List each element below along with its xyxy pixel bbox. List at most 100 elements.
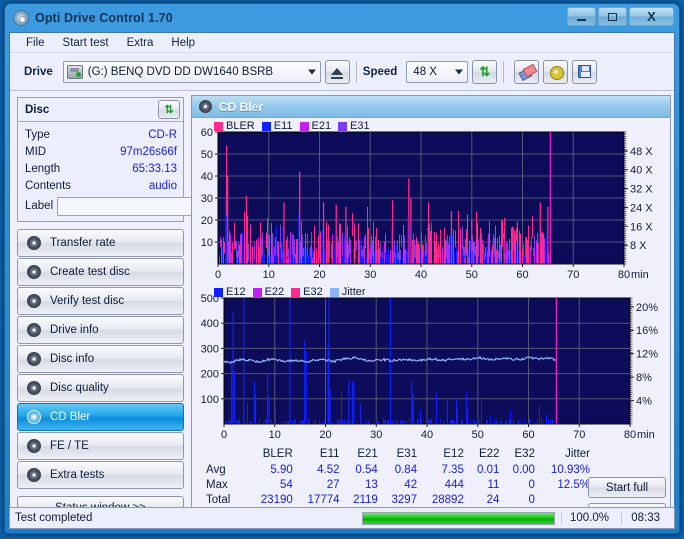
disc-key: Length [25, 162, 61, 175]
disc-info-list: Type CD-R MID 97m26s66f Length 65:33.13 [18, 122, 227, 221]
erase-button[interactable] [514, 59, 540, 84]
disc-value: CD-R [148, 128, 177, 141]
toolbar-divider [355, 60, 357, 83]
sidebar-item-label: Extra tests [50, 469, 105, 481]
svg-text:20: 20 [319, 429, 331, 441]
disc-icon [27, 410, 41, 424]
svg-text:4%: 4% [636, 396, 652, 408]
svg-text:48 X: 48 X [630, 146, 653, 158]
sidebar-item-extra-tests[interactable]: Extra tests [17, 461, 184, 489]
sidebar-item-disc-info[interactable]: Disc info [17, 345, 184, 373]
svg-text:12%: 12% [636, 349, 658, 361]
disc-row-mid: MID 97m26s66f [25, 143, 177, 160]
application-window: Opti Drive Control 1.70 X File Start tes… [4, 3, 680, 534]
svg-text:60: 60 [201, 127, 213, 139]
sidebar-item-drive-info[interactable]: Drive info [17, 316, 184, 344]
maximize-button[interactable] [598, 7, 627, 26]
speed-select[interactable]: 48 X [406, 60, 469, 83]
eject-button[interactable] [324, 59, 350, 84]
table-row: Avg 5.90 4.52 0.54 0.84 7.35 0.01 0.00 1… [206, 462, 594, 477]
svg-text:30: 30 [201, 193, 213, 205]
stats-cell: 0 [528, 478, 535, 491]
disc-row-contents: Contents audio [25, 177, 177, 194]
svg-text:16%: 16% [636, 325, 658, 337]
speed-label: Speed [362, 65, 398, 78]
legend-swatch [252, 287, 262, 297]
save-button[interactable] [572, 59, 598, 84]
stats-cell: 0.01 [477, 463, 500, 476]
stats-cell: 3297 [391, 493, 418, 506]
app-icon [13, 10, 29, 26]
svg-text:400: 400 [201, 318, 219, 330]
sidebar-item-fe-te[interactable]: FE / TE [17, 432, 184, 460]
legend-label: E32 [303, 286, 323, 298]
disc-refresh-button[interactable]: ⇅ [158, 100, 180, 119]
disc-value: audio [148, 179, 177, 192]
eraser-icon [520, 66, 534, 77]
stats-cell: 54 [279, 478, 293, 491]
sidebar-item-transfer-rate[interactable]: Transfer rate [17, 229, 184, 257]
legend-entry-e31: E31 [338, 120, 370, 132]
main-content: CD Bler BLER E11 E21 E31 10 20 30 40 50 60 8 X… [188, 91, 676, 524]
disc-panel-header: Disc ⇅ [18, 98, 183, 122]
stats-col-jitter: Jitter [565, 448, 590, 460]
svg-text:80: 80 [618, 269, 630, 281]
svg-text:30: 30 [364, 269, 376, 281]
disc-icon [27, 294, 41, 308]
disc-icon [199, 100, 212, 113]
stats-cell: 2119 [353, 493, 378, 506]
settings-button[interactable] [543, 59, 569, 84]
stats-cell: 7.35 [441, 463, 464, 476]
stats-col-e32: E32 [514, 448, 535, 460]
legend-label: E21 [311, 120, 332, 132]
sidebar-item-disc-quality[interactable]: Disc quality [17, 374, 184, 402]
stats-row-label: Max [206, 478, 228, 491]
disc-row-length: Length 65:33.13 [25, 160, 177, 177]
close-icon: X [647, 9, 656, 24]
menu-help[interactable]: Help [163, 35, 203, 51]
progress-fill [363, 512, 554, 524]
toolbar-divider-2 [503, 60, 505, 83]
disc-value: 97m26s66f [120, 145, 177, 158]
stats-col-e31: E31 [396, 448, 418, 460]
chevron-down-icon [307, 69, 316, 74]
legend-label: Jitter [341, 286, 366, 298]
sidebar-item-verify-test-disc[interactable]: Verify test disc [17, 287, 184, 315]
svg-text:32 X: 32 X [630, 184, 653, 196]
legend-swatch [299, 121, 309, 131]
svg-text:20%: 20% [636, 302, 658, 314]
sidebar-item-label: Transfer rate [50, 237, 116, 249]
start-full-button[interactable]: Start full [588, 477, 666, 498]
refresh-button[interactable]: ⇅ [472, 59, 498, 84]
menu-extra[interactable]: Extra [119, 35, 162, 51]
disc-icon [27, 352, 41, 366]
svg-text:min: min [631, 269, 649, 281]
stats-cell: 12.5% [557, 478, 590, 491]
stats-cell: 0.84 [394, 463, 418, 476]
svg-text:60: 60 [522, 429, 534, 441]
menu-start-test[interactable]: Start test [55, 35, 117, 51]
stats-cell: 5.90 [270, 463, 293, 476]
close-button[interactable]: X [629, 7, 674, 26]
disc-icon [27, 323, 41, 337]
legend-entry-e11: E11 [261, 120, 293, 132]
svg-text:20: 20 [313, 269, 325, 281]
legend-label: E22 [264, 286, 285, 298]
cd-bler-panel-header: CD Bler [192, 96, 670, 118]
stats-cell: 0 [528, 493, 535, 506]
disc-row-type: Type CD-R [25, 126, 177, 143]
disc-icon [27, 265, 41, 279]
disc-label-row: Label [25, 196, 227, 216]
stats-cell: 27 [326, 478, 340, 491]
sidebar-item-create-test-disc[interactable]: Create test disc [17, 258, 184, 286]
stats-cell: 4.52 [317, 463, 340, 476]
minimize-button[interactable] [567, 7, 596, 26]
menu-bar: File Start test Extra Help [10, 33, 674, 53]
table-row: Total 23190 17774 2119 3297 28892 24 0 [206, 492, 594, 507]
table-row: Max 54 27 13 42 444 11 0 12.5% [206, 477, 594, 492]
menu-file[interactable]: File [18, 35, 53, 51]
drive-select[interactable]: (G:) BENQ DVD DD DW1640 BSRB [62, 60, 321, 83]
stats-cell: 13 [365, 478, 378, 491]
disc-label-input[interactable] [57, 196, 208, 216]
sidebar-item-cd-bler[interactable]: CD Bler [17, 403, 184, 431]
